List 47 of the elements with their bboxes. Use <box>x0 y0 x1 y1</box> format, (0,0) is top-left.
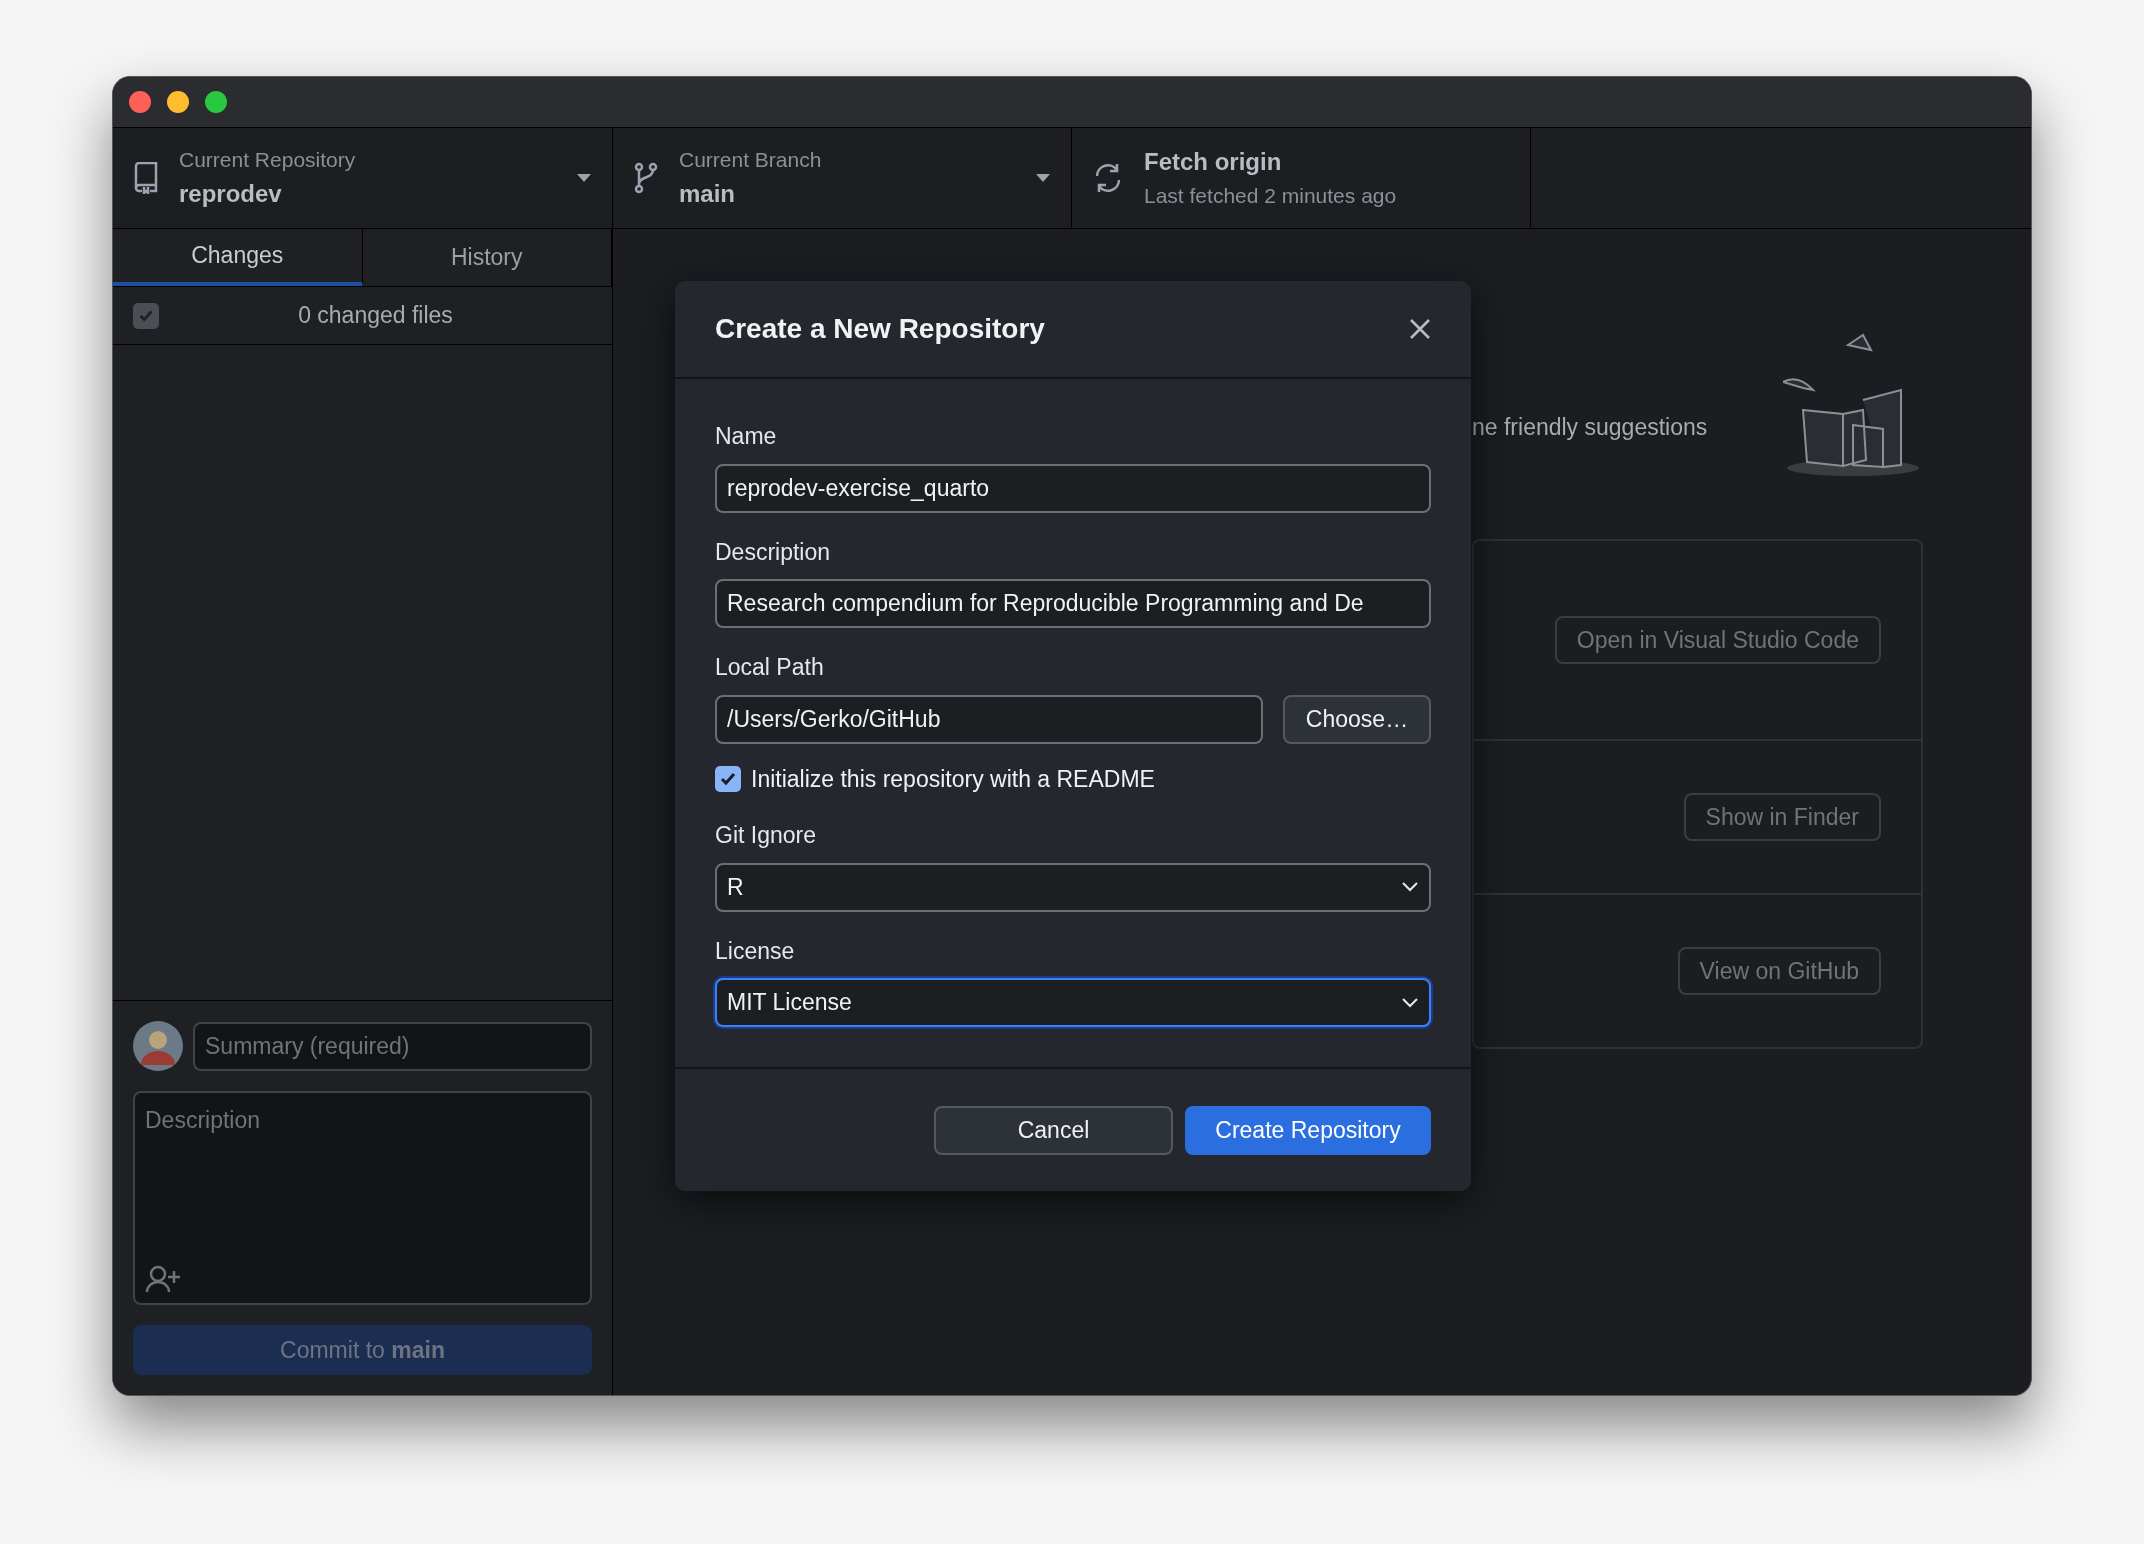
fetch-title: Fetch origin <box>1144 147 1283 178</box>
field-label: Description <box>715 537 832 567</box>
select-field[interactable]: R <box>715 862 1431 912</box>
toolbar-label: Current Branch <box>679 147 823 174</box>
field-label: Git Ignore <box>715 821 817 850</box>
suggestions-heading: ne friendly suggestions <box>1472 413 1708 442</box>
add-coauthor-icon[interactable] <box>145 1265 183 1293</box>
field-label: Local Path <box>715 653 825 682</box>
caret-icon <box>1035 173 1051 183</box>
branch-name: main <box>679 178 736 209</box>
minimize-window-button[interactable] <box>167 91 189 113</box>
dialog-title: Create a New Repository <box>715 312 1045 346</box>
close-icon[interactable] <box>1409 318 1431 340</box>
create-repository-button[interactable]: Create Repository <box>1185 1105 1431 1155</box>
sidebar-tab[interactable]: History <box>362 229 612 286</box>
action-button[interactable]: View on GitHub <box>1677 947 1881 995</box>
text-field[interactable]: Research compendium for Reproducible Programming and De <box>715 579 1431 628</box>
branch-icon <box>633 162 659 194</box>
repository-selector[interactable]: Current Repository reprodev <box>113 128 613 228</box>
changed-files-count: 0 changed files <box>297 301 454 331</box>
avatar <box>133 1021 183 1071</box>
cancel-button[interactable]: Cancel <box>934 1105 1173 1155</box>
fetch-subtitle: Last fetched 2 minutes ago <box>1144 183 1397 210</box>
checkbox[interactable] <box>133 302 159 329</box>
caret-icon <box>576 173 592 183</box>
fetch-button[interactable]: Fetch origin Last fetched 2 minutes ago <box>1072 128 1531 228</box>
action-button[interactable]: Open in Visual Studio Code <box>1554 616 1881 664</box>
choose-button[interactable]: Choose… <box>1283 694 1431 744</box>
toolbar-label: Current Repository <box>179 147 357 174</box>
repository-name: reprodev <box>179 178 283 209</box>
description-field[interactable]: Description <box>133 1091 592 1305</box>
path-field[interactable]: /Users/Gerko/GitHub <box>715 694 1263 744</box>
text-field[interactable]: reprodev-exercise_quarto <box>715 463 1431 513</box>
close-window-button[interactable] <box>129 91 151 113</box>
chevron-icon <box>1401 881 1419 893</box>
repository-icon <box>133 162 159 194</box>
checkbox[interactable] <box>715 765 741 792</box>
field-label: Name <box>715 422 778 451</box>
select-field[interactable]: MIT License <box>715 978 1431 1027</box>
action-button[interactable]: Show in Finder <box>1683 793 1881 841</box>
zoom-window-button[interactable] <box>205 91 227 113</box>
sidebar-tab[interactable]: Changes <box>113 229 363 286</box>
field-label: License <box>715 936 796 966</box>
checkbox-label: Initialize this repository with a README <box>751 764 1155 794</box>
chevron-icon <box>1401 996 1419 1009</box>
branch-selector[interactable]: Current Branch main <box>613 128 1072 228</box>
summary-field[interactable]: Summary (required) <box>193 1021 592 1071</box>
